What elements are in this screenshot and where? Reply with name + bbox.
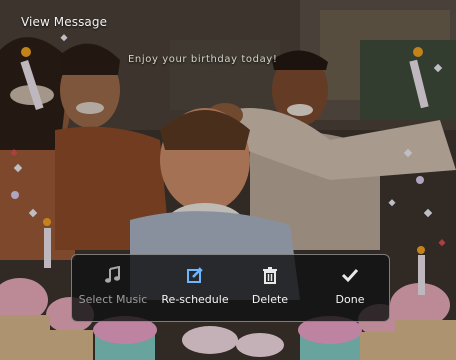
reschedule-label: Re-schedule — [161, 293, 229, 306]
birthday-message-text: Enjoy your birthday today! — [128, 54, 278, 65]
action-menu-bar: Select Music Re-schedule Delete Done — [71, 254, 390, 322]
delete-label: Delete — [251, 293, 289, 306]
reschedule-button[interactable]: Re-schedule — [156, 255, 234, 321]
window-title: View Message — [21, 15, 108, 29]
checkmark-icon — [341, 266, 359, 284]
photo-frame-screen: View Message Enjoy your birthday today! … — [0, 0, 456, 360]
edit-icon — [186, 266, 204, 284]
select-music-button[interactable]: Select Music — [74, 255, 152, 321]
music-note-icon — [104, 265, 122, 284]
done-button[interactable]: Done — [312, 255, 388, 321]
select-music-label: Select Music — [78, 293, 148, 306]
done-label: Done — [335, 293, 365, 306]
delete-button[interactable]: Delete — [234, 255, 306, 321]
trash-icon — [261, 266, 279, 284]
